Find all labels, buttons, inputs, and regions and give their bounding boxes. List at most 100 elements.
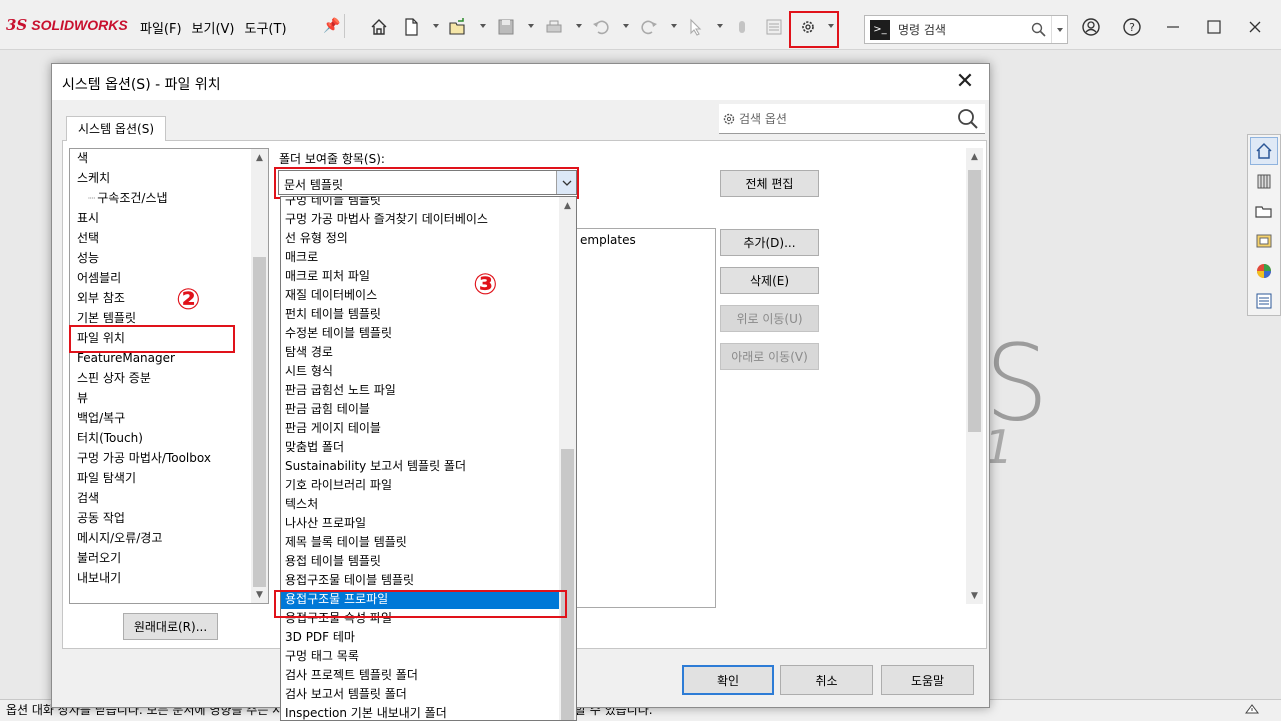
help-button[interactable]: 도움말	[881, 665, 974, 695]
file-properties-icon[interactable]	[763, 16, 785, 38]
design-library-icon[interactable]	[1250, 167, 1278, 195]
list-item[interactable]: 구멍 가공 마법사/Toolbox	[70, 449, 268, 469]
select-cursor-icon[interactable]	[685, 16, 707, 38]
scroll-down-icon[interactable]: ▼	[966, 587, 983, 604]
file-explorer-icon[interactable]	[1250, 197, 1278, 225]
dropdown-option[interactable]: 선 유형 정의	[281, 229, 576, 248]
dropdown-option[interactable]: 매크로	[281, 248, 576, 267]
list-item[interactable]: 파일 탐색기	[70, 469, 268, 489]
command-search-input[interactable]: 명령 검색	[898, 21, 1031, 38]
category-list-scrollbar[interactable]: ▲ ▼	[251, 149, 268, 603]
dropdown-option[interactable]: 맞춤법 폴더	[281, 438, 576, 457]
list-item[interactable]: 검색	[70, 489, 268, 509]
cancel-button[interactable]: 취소	[780, 665, 873, 695]
list-item[interactable]: 백업/복구	[70, 409, 268, 429]
scrollbar-thumb[interactable]	[253, 257, 266, 587]
menu-file[interactable]: 파일(F)	[140, 18, 182, 37]
dropdown-option[interactable]: 판금 게이지 테이블	[281, 419, 576, 438]
dropdown-option[interactable]: 기호 라이브러리 파일	[281, 476, 576, 495]
chevron-down-icon[interactable]	[717, 24, 723, 28]
dropdown-option[interactable]: 매크로 피처 파일	[281, 267, 576, 286]
print-icon[interactable]	[543, 16, 565, 38]
redo-icon[interactable]	[638, 16, 660, 38]
chevron-down-icon[interactable]	[1051, 16, 1067, 43]
list-item[interactable]: 구속조건/스냅	[70, 189, 268, 209]
close-icon[interactable]	[1244, 16, 1266, 38]
dropdown-option[interactable]: 검사 보고서 템플릿 폴더	[281, 685, 576, 704]
command-search[interactable]: >_ 명령 검색	[864, 15, 1068, 44]
dropdown-option[interactable]: 판금 굽힘 테이블	[281, 400, 576, 419]
dropdown-option[interactable]: 나사산 프로파일	[281, 514, 576, 533]
chevron-down-icon[interactable]	[623, 24, 629, 28]
minimize-icon[interactable]	[1162, 16, 1184, 38]
options-scrollbar[interactable]: ▲ ▼	[966, 148, 983, 604]
move-down-button[interactable]: 아래로 이동(V)	[720, 343, 819, 370]
search-options-field[interactable]: 검색 옵션	[719, 104, 985, 134]
dropdown-option[interactable]: 텍스처	[281, 495, 576, 514]
options-scrollbar-track[interactable]: ▲ ▼	[966, 148, 983, 604]
view-palette-icon[interactable]	[1250, 227, 1278, 255]
ok-button[interactable]: 확인	[682, 665, 774, 695]
chevron-down-icon[interactable]	[576, 24, 582, 28]
dropdown-option[interactable]: 구멍 태그 목록	[281, 647, 576, 666]
dropdown-scrollbar[interactable]: ▲	[559, 197, 576, 720]
search-icon[interactable]	[957, 108, 979, 130]
dropdown-option[interactable]: 3D PDF 테마	[281, 628, 576, 647]
folder-path-item[interactable]: emplates	[580, 233, 636, 247]
dropdown-option[interactable]: 재질 데이터베이스	[281, 286, 576, 305]
close-icon[interactable]: ✕	[953, 70, 977, 94]
list-item[interactable]: 공동 작업	[70, 509, 268, 529]
undo-icon[interactable]	[590, 16, 612, 38]
open-folder-icon[interactable]	[447, 16, 469, 38]
help-icon[interactable]: ?	[1121, 16, 1143, 38]
dropdown-option[interactable]: Sustainability 보고서 템플릿 폴더	[281, 457, 576, 476]
search-options-input[interactable]: 검색 옵션	[739, 110, 957, 127]
list-item[interactable]: 스핀 상자 증분	[70, 369, 268, 389]
dropdown-option[interactable]: 구멍 테이블 템플릿	[281, 197, 576, 210]
appearances-icon[interactable]	[1250, 257, 1278, 285]
add-button[interactable]: 추가(D)...	[720, 229, 819, 256]
chevron-down-icon[interactable]	[433, 24, 439, 28]
scroll-up-icon[interactable]: ▲	[251, 149, 268, 166]
scroll-up-icon[interactable]: ▲	[966, 148, 983, 165]
pin-icon[interactable]: 📌	[323, 18, 340, 34]
scroll-down-icon[interactable]: ▼	[251, 586, 268, 603]
user-icon[interactable]	[1080, 16, 1102, 38]
list-item[interactable]: 터치(Touch)	[70, 429, 268, 449]
maximize-icon[interactable]	[1203, 16, 1225, 38]
scrollbar-thumb[interactable]	[968, 170, 981, 432]
delete-button[interactable]: 삭제(E)	[720, 267, 819, 294]
chevron-down-icon[interactable]	[480, 24, 486, 28]
status-icon[interactable]	[1237, 702, 1267, 718]
search-icon[interactable]	[1031, 22, 1047, 38]
list-item[interactable]: 어셈블리	[70, 269, 268, 289]
chevron-down-icon[interactable]	[671, 24, 677, 28]
save-icon[interactable]	[495, 16, 517, 38]
chevron-down-icon[interactable]	[528, 24, 534, 28]
scroll-up-icon[interactable]: ▲	[559, 197, 576, 214]
list-item[interactable]: 뷰	[70, 389, 268, 409]
list-item[interactable]: 불러오기	[70, 549, 268, 569]
dropdown-option[interactable]: Inspection 기본 내보내기 폴더	[281, 704, 576, 720]
list-item[interactable]: 표시	[70, 209, 268, 229]
list-item[interactable]: 스케치	[70, 169, 268, 189]
menu-tools[interactable]: 도구(T)	[245, 18, 287, 37]
dropdown-option[interactable]: 검사 프로젝트 템플릿 폴더	[281, 666, 576, 685]
custom-properties-icon[interactable]	[1250, 287, 1278, 315]
scrollbar-thumb[interactable]	[561, 449, 574, 720]
dropdown-option[interactable]: 시트 형식	[281, 362, 576, 381]
tab-system-options[interactable]: 시스템 옵션(S)	[66, 116, 166, 141]
reset-button[interactable]: 원래대로(R)...	[123, 613, 218, 640]
home-icon[interactable]	[1250, 137, 1278, 165]
list-item[interactable]: 성능	[70, 249, 268, 269]
list-item[interactable]: 색	[70, 149, 268, 169]
dropdown-option[interactable]: 판금 굽힘선 노트 파일	[281, 381, 576, 400]
edit-all-button[interactable]: 전체 편집	[720, 170, 819, 197]
dropdown-option[interactable]: 탐색 경로	[281, 343, 576, 362]
menu-view[interactable]: 보기(V)	[192, 18, 235, 37]
dropdown-option[interactable]: 용접 테이블 템플릿	[281, 552, 576, 571]
move-up-button[interactable]: 위로 이동(U)	[720, 305, 819, 332]
dropdown-option[interactable]: 수정본 테이블 템플릿	[281, 324, 576, 343]
dropdown-option[interactable]: 제목 블록 테이블 템플릿	[281, 533, 576, 552]
dropdown-option[interactable]: 구멍 가공 마법사 즐겨찾기 데이터베이스	[281, 210, 576, 229]
